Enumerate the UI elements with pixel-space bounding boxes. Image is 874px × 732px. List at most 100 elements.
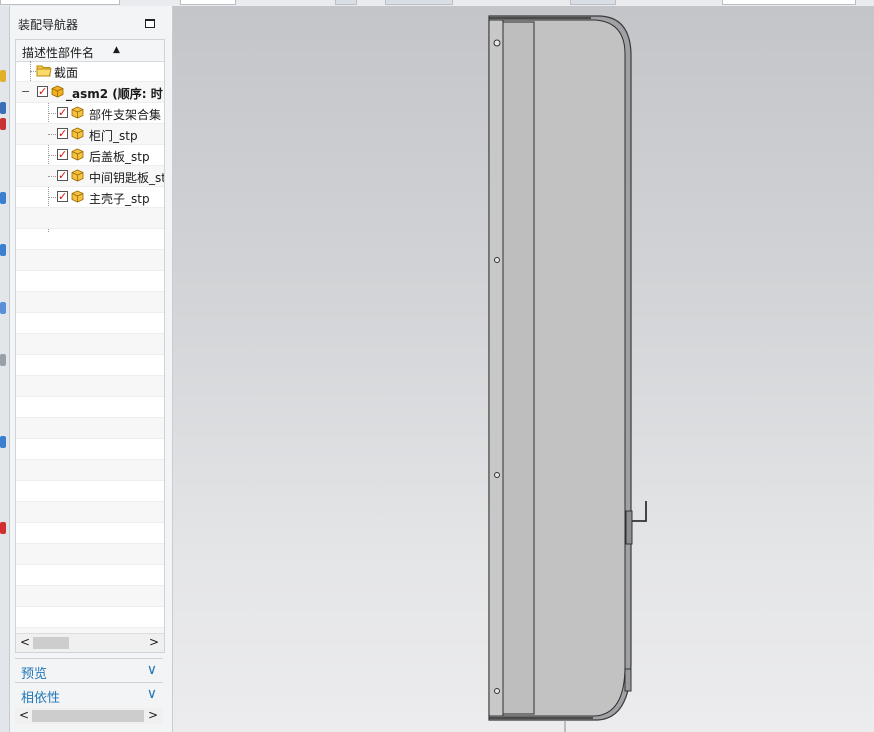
latch-block (625, 510, 633, 545)
empty-row (16, 586, 164, 607)
sort-ascending-icon[interactable]: ▲ (113, 45, 120, 55)
scroll-left-icon[interactable]: < (19, 708, 29, 722)
empty-row (16, 523, 164, 544)
checked-icon[interactable]: ✓ (57, 128, 68, 139)
tree-rows: 截面 − ✓ _asm2 (顺序: 时 ✓ 部件支架合集 ✓ 柜门_stp ✓ … (16, 61, 164, 649)
tree-node-label: 部件支架合集 (89, 108, 162, 122)
scroll-left-icon[interactable]: < (20, 635, 30, 649)
screw-hole (493, 39, 501, 47)
chevron-down-icon[interactable]: ∨ (147, 662, 157, 678)
tree-node-label: 柜门_stp (89, 129, 138, 143)
tree-horizontal-scrollbar[interactable]: < > (16, 633, 164, 652)
empty-row (16, 502, 164, 523)
part-cube-icon (71, 190, 84, 203)
assembly-navigator: 装配导航器 描述性部件名 ▲ 截面 − ✓ _asm2 (顺序: 时 ✓ 部件支… (10, 6, 173, 732)
folder-icon (36, 65, 52, 77)
checked-icon[interactable]: ✓ (57, 149, 68, 160)
screw-hole (494, 688, 500, 694)
part-cube-icon (71, 127, 84, 140)
graphics-window[interactable] (173, 6, 874, 732)
part-cube-icon (71, 106, 84, 119)
toolbar-search-field[interactable] (722, 0, 856, 5)
tree-node-section[interactable]: 截面 (16, 61, 164, 82)
tree-node-assembly[interactable]: − ✓ _asm2 (顺序: 时 (16, 82, 164, 103)
scroll-right-icon[interactable]: > (149, 635, 159, 649)
empty-row (16, 544, 164, 565)
dependencies-label: 相依性 (21, 691, 61, 706)
tree-connector (48, 155, 56, 156)
resource-bar (0, 6, 10, 732)
tree-connector (48, 134, 56, 135)
scroll-thumb[interactable] (32, 710, 144, 722)
collapse-minus-icon[interactable]: − (21, 85, 30, 98)
checked-icon[interactable]: ✓ (57, 170, 68, 181)
tree-node-label: 中间钥匙板_stp (89, 171, 164, 185)
empty-row (16, 250, 164, 271)
empty-row (16, 292, 164, 313)
empty-row (16, 376, 164, 397)
resource-tab-icon[interactable] (0, 244, 6, 256)
empty-row (16, 439, 164, 460)
part-cube-icon (71, 169, 84, 182)
empty-row (16, 460, 164, 481)
resource-tab-icon[interactable] (0, 192, 6, 204)
maximize-icon[interactable] (145, 19, 155, 28)
toolbar-button[interactable] (335, 0, 357, 5)
screw-hole (494, 472, 500, 478)
scroll-right-icon[interactable]: > (148, 708, 158, 722)
empty-row (16, 418, 164, 439)
empty-row (16, 208, 164, 229)
resource-tab-icon[interactable] (0, 118, 6, 130)
dependencies-section[interactable]: 相依性 ∨ (15, 682, 163, 706)
empty-row (16, 355, 164, 376)
tree-node-part[interactable]: ✓ 柜门_stp (16, 124, 164, 145)
chevron-down-icon[interactable]: ∨ (147, 686, 157, 702)
tree-connector (48, 176, 56, 177)
empty-row (16, 607, 164, 628)
tree-connector (48, 113, 56, 114)
preview-label: 预览 (21, 667, 48, 682)
preview-section[interactable]: 预览 ∨ (15, 658, 163, 682)
navigator-title: 装配导航器 (18, 18, 79, 32)
screw-hole (494, 257, 500, 263)
tree-node-label: _asm2 (顺序: 时 (66, 87, 163, 101)
panel-horizontal-scrollbar[interactable]: < > (15, 708, 163, 724)
toolbar-button[interactable] (385, 0, 453, 5)
assembly-icon (51, 85, 64, 98)
resource-tab-icon[interactable] (0, 102, 6, 114)
tree-node-label: 主壳子_stp (89, 192, 150, 206)
toolbar-input[interactable] (0, 0, 120, 5)
back-plate (488, 19, 504, 717)
resource-tab-icon[interactable] (0, 354, 6, 366)
empty-row (16, 397, 164, 418)
navigator-tree: 描述性部件名 ▲ 截面 − ✓ _asm2 (顺序: 时 ✓ 部件支架合集 ✓ … (15, 39, 165, 653)
hinge-tab (624, 668, 632, 692)
column-header-label: 描述性部件名 (22, 46, 95, 60)
resource-tab-icon[interactable] (0, 302, 6, 314)
checked-icon[interactable]: ✓ (37, 86, 48, 97)
column-header[interactable]: 描述性部件名 ▲ (16, 40, 164, 62)
empty-row (16, 229, 164, 250)
tree-node-part[interactable]: ✓ 中间钥匙板_stp (16, 166, 164, 187)
empty-row (16, 271, 164, 292)
tree-node-part[interactable]: ✓ 部件支架合集 (16, 103, 164, 124)
middle-panel (502, 21, 535, 715)
navigator-header: 装配导航器 (10, 6, 172, 35)
scroll-thumb[interactable] (33, 637, 69, 649)
part-cube-icon (71, 148, 84, 161)
checked-icon[interactable]: ✓ (57, 107, 68, 118)
tree-node-label: 后盖板_stp (89, 150, 150, 164)
empty-row (16, 565, 164, 586)
resource-tab-icon[interactable] (0, 70, 6, 82)
tree-node-part[interactable]: ✓ 后盖板_stp (16, 145, 164, 166)
empty-row (16, 313, 164, 334)
toolbar-zoom-field[interactable] (180, 0, 236, 5)
toolbar-button[interactable] (570, 0, 616, 5)
resource-tab-icon[interactable] (0, 436, 6, 448)
tree-connector (48, 197, 56, 198)
tree-node-part[interactable]: ✓ 主壳子_stp (16, 187, 164, 208)
tree-node-label: 截面 (54, 66, 79, 80)
checked-icon[interactable]: ✓ (57, 191, 68, 202)
resource-tab-icon[interactable] (0, 522, 6, 534)
model-side-view (488, 15, 647, 732)
